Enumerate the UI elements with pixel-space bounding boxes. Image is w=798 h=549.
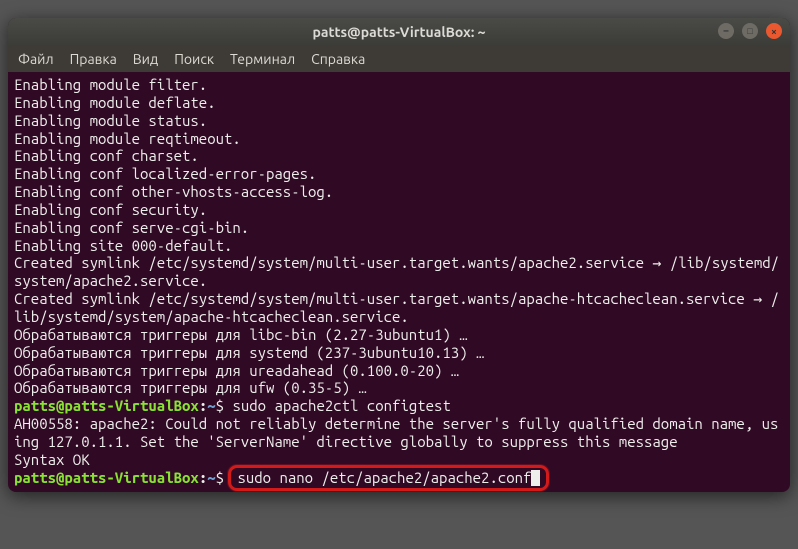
output-line: Enabling module deflate.	[14, 94, 784, 112]
prompt-line: patts@patts-VirtualBox:~$ sudo apache2ct…	[14, 397, 784, 415]
window-controls	[718, 23, 782, 39]
menu-search[interactable]: Поиск	[174, 51, 214, 67]
output-line: Enabling conf serve-cgi-bin.	[14, 219, 784, 237]
output-line: Enabling conf other-vhosts-access-log.	[14, 183, 784, 201]
output-line: Enabling site 000-default.	[14, 237, 784, 255]
output-line: Enabling module filter.	[14, 76, 784, 94]
prompt-sep: :	[199, 469, 207, 486]
output-line: Created symlink /etc/systemd/system/mult…	[14, 290, 784, 326]
menu-bar: Файл Правка Вид Поиск Терминал Справка	[8, 46, 790, 72]
output-line: Enabling conf charset.	[14, 147, 784, 165]
prompt-line-active: patts@patts-VirtualBox:~$ sudo nano /etc…	[14, 469, 784, 487]
menu-edit[interactable]: Правка	[70, 51, 117, 67]
menu-terminal[interactable]: Терминал	[230, 51, 295, 67]
window-titlebar[interactable]: patts@patts-VirtualBox: ~	[8, 18, 790, 46]
output-line: Enabling module reqtimeout.	[14, 130, 784, 148]
maximize-button[interactable]	[742, 23, 758, 39]
menu-help[interactable]: Справка	[311, 51, 365, 67]
output-line: Обрабатываются триггеры для ufw (0.35-5)…	[14, 379, 784, 397]
command-text: sudo nano /etc/apache2/apache2.conf	[237, 469, 531, 486]
prompt-path: ~	[207, 397, 215, 414]
prompt-user: patts@patts-VirtualBox	[14, 397, 199, 414]
output-line: Обрабатываются триггеры для systemd (237…	[14, 344, 784, 362]
prompt-dollar: $	[216, 397, 233, 414]
output-line: Enabling conf localized-error-pages.	[14, 165, 784, 183]
minimize-button[interactable]	[718, 23, 734, 39]
output-line: Created symlink /etc/systemd/system/mult…	[14, 254, 784, 290]
terminal-window: patts@patts-VirtualBox: ~ Файл Правка Ви…	[8, 18, 790, 492]
menu-view[interactable]: Вид	[133, 51, 158, 67]
output-line: Enabling module status.	[14, 112, 784, 130]
command-text: sudo apache2ctl configtest	[232, 397, 450, 414]
output-line: Enabling conf security.	[14, 201, 784, 219]
prompt-sep: :	[199, 397, 207, 414]
prompt-path: ~	[207, 469, 215, 486]
terminal-viewport[interactable]: Enabling module filter.Enabling module d…	[8, 72, 790, 492]
close-button[interactable]	[766, 23, 782, 39]
cursor-icon	[531, 470, 540, 486]
output-line: AH00558: apache2: Could not reliably det…	[14, 415, 784, 451]
menu-file[interactable]: Файл	[18, 51, 54, 67]
highlighted-command: sudo nano /etc/apache2/apache2.conf	[228, 465, 549, 491]
output-line: Обрабатываются триггеры для libc-bin (2.…	[14, 326, 784, 344]
output-line: Обрабатываются триггеры для ureadahead (…	[14, 362, 784, 380]
prompt-user: patts@patts-VirtualBox	[14, 469, 199, 486]
window-title: patts@patts-VirtualBox: ~	[313, 24, 486, 40]
